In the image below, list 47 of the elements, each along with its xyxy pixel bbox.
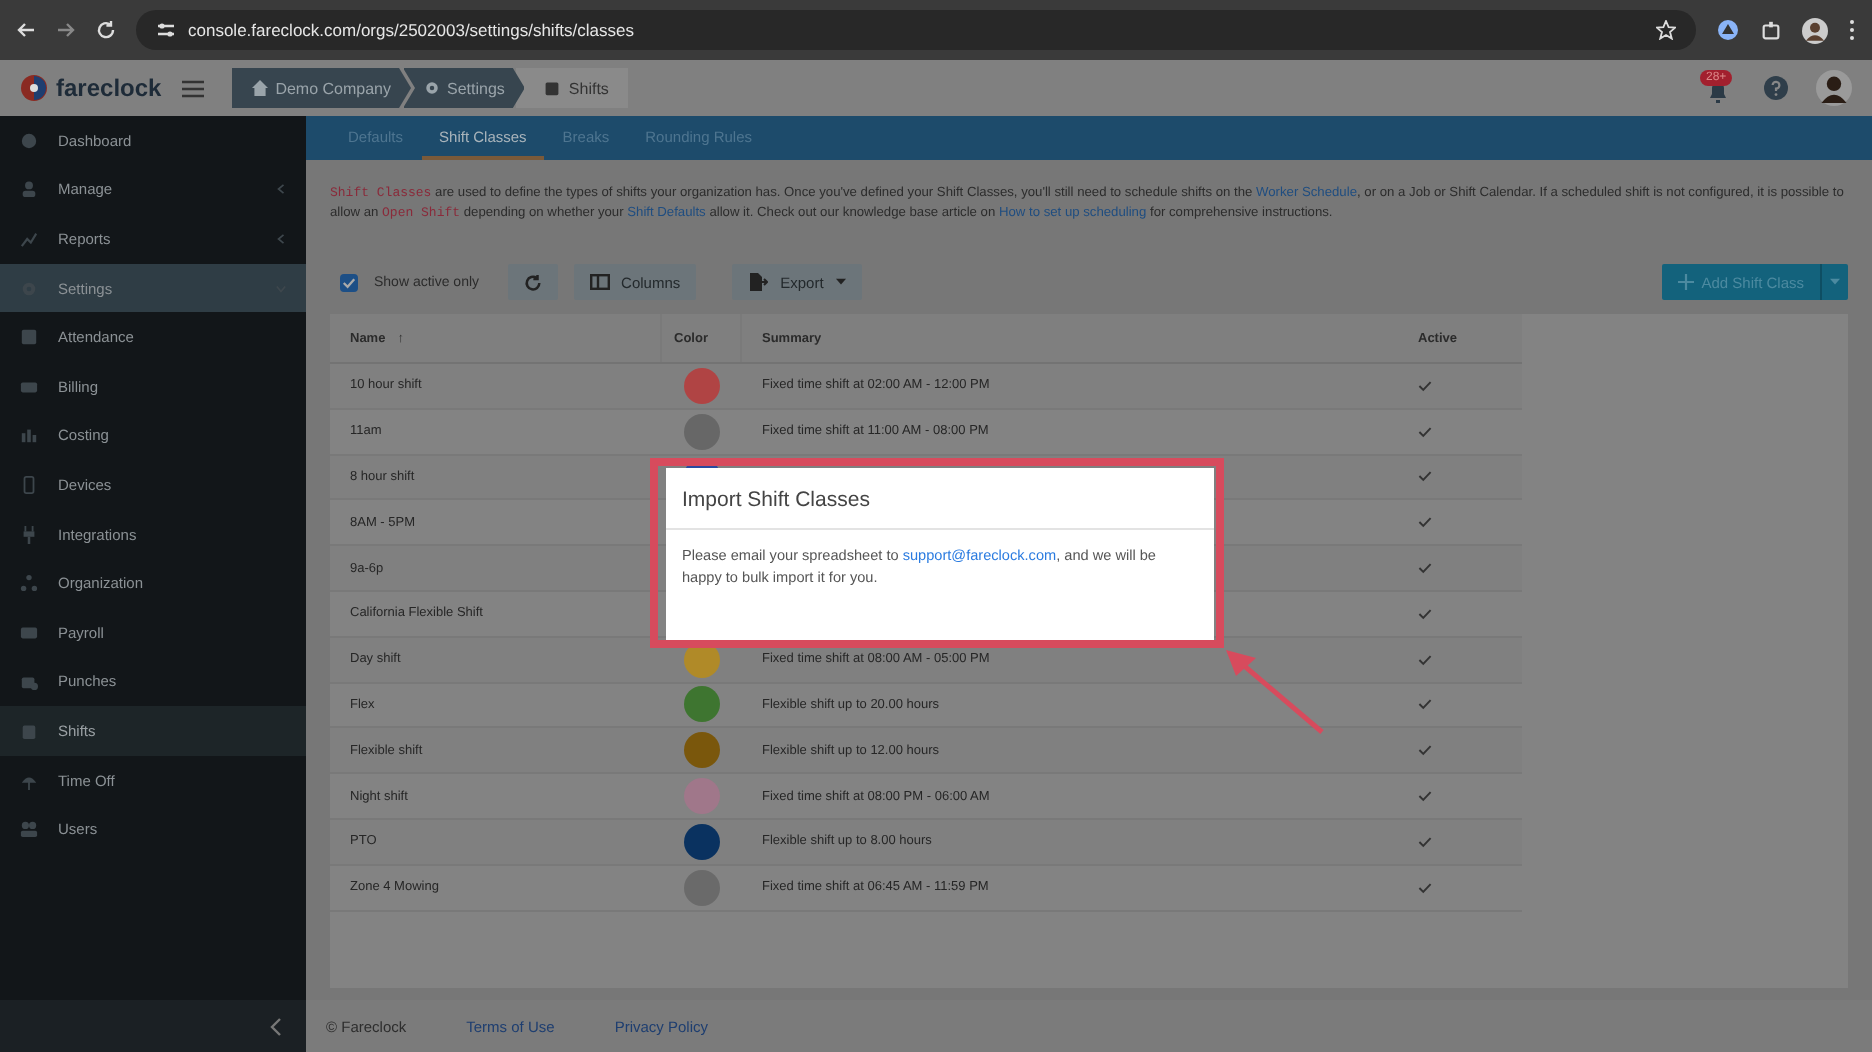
chevron-icon — [276, 233, 286, 244]
menu-item-icon — [20, 574, 38, 593]
home-icon — [251, 80, 268, 96]
menu-item-icon — [20, 475, 38, 494]
file-export-icon — [748, 272, 769, 292]
more-icon[interactable] — [1848, 18, 1856, 42]
menu-item-icon — [20, 377, 38, 396]
modal-title: Import Shift Classes — [666, 468, 1214, 530]
plus-icon — [1677, 274, 1694, 290]
chevron-icon — [276, 184, 286, 195]
caret-icon — [1830, 278, 1840, 286]
avatar-icon[interactable] — [1802, 17, 1828, 43]
annotation-arrow — [1226, 650, 1324, 734]
menu-item-icon — [20, 672, 38, 691]
menu-item-icon — [20, 426, 38, 445]
extension-icon[interactable] — [1716, 18, 1740, 42]
menu-item-icon — [20, 180, 38, 199]
columns-icon — [589, 274, 610, 290]
refresh-icon — [523, 273, 542, 291]
checkbox[interactable] — [340, 273, 358, 291]
forward-icon[interactable] — [56, 20, 76, 40]
menu-item-icon — [20, 820, 38, 839]
help-icon[interactable] — [1764, 76, 1788, 100]
address-bar[interactable]: console.fareclock.com/orgs/2502003/settings/shifts/classes — [136, 10, 1696, 50]
site-settings-icon[interactable] — [156, 20, 176, 40]
caret-icon — [835, 278, 846, 286]
reload-icon[interactable] — [96, 20, 116, 40]
breadcrumb[interactable]: Demo Company — [231, 68, 412, 108]
star-icon[interactable] — [1656, 20, 1676, 40]
back-icon[interactable] — [16, 20, 36, 40]
collapse-icon[interactable] — [270, 1017, 282, 1035]
logo-icon — [20, 74, 48, 102]
menu-item-icon — [20, 131, 38, 150]
puzzle-icon[interactable] — [1760, 19, 1782, 41]
menu-item-icon — [20, 721, 38, 740]
menu-item-icon — [20, 623, 38, 642]
avatar-icon[interactable] — [1816, 70, 1852, 106]
menu-icon[interactable] — [181, 79, 204, 97]
breadcrumb[interactable]: Settings — [403, 68, 525, 108]
menu-item-icon — [20, 229, 38, 248]
refresh-button[interactable] — [507, 264, 558, 300]
menu-item-icon — [20, 771, 38, 790]
settings-icon — [423, 80, 440, 96]
logo-text: fareclock — [56, 74, 162, 102]
breadcrumb[interactable]: Shifts — [516, 68, 629, 108]
menu-item-icon — [20, 328, 38, 347]
menu-item-icon — [20, 525, 38, 544]
